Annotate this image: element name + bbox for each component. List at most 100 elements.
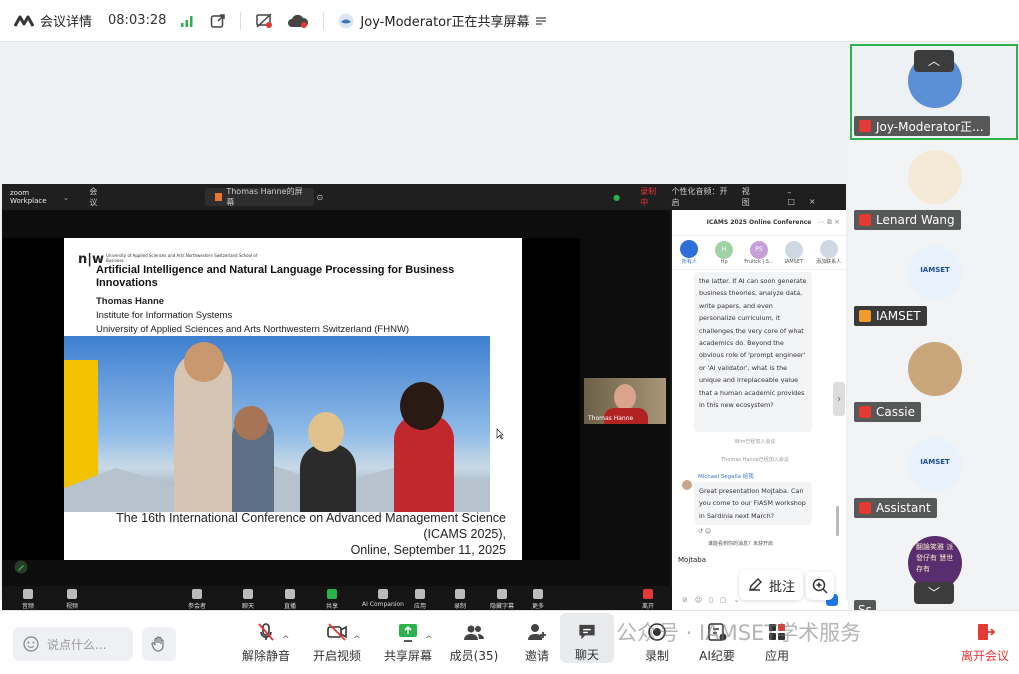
toolbar-chat-button[interactable]: 聊天 <box>560 613 614 663</box>
chat-input-tools[interactable]: ⊘☺▯▢⌄ <box>682 596 747 604</box>
slide-area: n|w University of Applied Sciences and A… <box>2 210 670 586</box>
participant-tile[interactable]: 翻論笑雅 派發仔有 慧世存有Ss <box>852 528 1016 620</box>
inner-bar-label: 离开 <box>642 603 655 610</box>
inner-bar-item[interactable]: 参会者 <box>188 589 206 610</box>
raise-hand-button[interactable] <box>142 627 176 661</box>
inner-bar-icon <box>455 589 465 599</box>
inner-bar-item[interactable]: 聊天 <box>242 589 254 610</box>
sharer-avatar-icon <box>338 13 354 28</box>
participant-video-label: Thomas Hanne <box>588 415 634 422</box>
participant-name: Lenard Wang <box>854 210 961 230</box>
inner-bar-item[interactable]: AI Companion <box>362 589 404 608</box>
inner-bar-label: 录制 <box>454 603 467 610</box>
view-button[interactable]: 视图 <box>742 186 758 208</box>
chat-message-1: the latter. If AI can soon generate busi… <box>694 272 812 432</box>
pen-icon[interactable] <box>14 560 28 574</box>
participant-tile[interactable]: Lenard Wang <box>852 142 1016 234</box>
participant-tile[interactable]: IAMSET Assistant <box>852 430 1016 522</box>
toolbar-label: 共享屏幕 <box>383 649 432 663</box>
chat-quick-input[interactable]: 说点什么... <box>13 627 133 661</box>
hand-icon <box>151 636 164 652</box>
slide-affil-2: University of Applied Sciences and Arts … <box>96 324 410 335</box>
toolbar-label: AI纪要 <box>699 649 735 663</box>
inner-bar-item[interactable]: 隐藏字幕 <box>490 589 514 610</box>
bottom-toolbar: 说点什么... 解除静音 开启视频 共享屏幕 成员(35) 邀请 聊天 录制 AI纪要 应用 离开… <box>0 610 1019 674</box>
members-icon <box>464 625 484 640</box>
slide-title: Artificial Intelligence and Natural Lang… <box>96 264 455 289</box>
inner-bar-item[interactable]: 应用 <box>414 589 426 610</box>
pen-icon <box>749 578 762 591</box>
inner-bar-item[interactable]: 直播 <box>284 589 296 610</box>
chat-tab-label: Fruitck | S... <box>744 258 774 265</box>
inner-bar-icon <box>285 589 295 599</box>
participant-tile[interactable]: Cassie <box>852 334 1016 426</box>
slide-author: Thomas Hanne <box>96 296 165 307</box>
chat-tab[interactable]: PS Fruitck | S... <box>744 240 774 265</box>
toolbar-leave-button[interactable]: 离开会议 <box>955 621 1015 664</box>
chat-reactions[interactable]: ↺ ☺ <box>698 528 711 535</box>
toolbar-label: 解除静音 <box>241 649 290 663</box>
iamset-logo-text: IAMSET <box>920 266 950 274</box>
meeting-menu[interactable]: 会议 <box>89 186 105 208</box>
toolbar-invite-button[interactable]: 邀请 <box>507 621 567 664</box>
chevron-up-icon[interactable]: ^ <box>425 635 433 645</box>
meeting-info-button[interactable]: 会议详情 <box>14 11 92 30</box>
inner-bar-icon <box>243 589 253 599</box>
inner-bar-label: 聊天 <box>242 603 255 610</box>
window-controls[interactable]: –□× <box>787 188 846 206</box>
chevron-down-icon[interactable]: ﹀ <box>914 582 954 604</box>
chevron-up-icon[interactable]: ^ <box>353 635 361 645</box>
participant-video[interactable]: Thomas Hanne <box>584 378 666 424</box>
chat-tab[interactable]: 添加联系人 <box>814 240 844 265</box>
share-menu-icon[interactable] <box>535 15 547 27</box>
chat-tab[interactable]: 所有人 <box>674 240 704 265</box>
chat-tab-avatar <box>680 240 699 258</box>
inner-bar-icon <box>533 589 543 599</box>
participant-tile[interactable]: IAMSET IAMSET <box>852 238 1016 330</box>
toolbar-members-button[interactable]: 成员(35) <box>444 621 504 664</box>
inner-bar-item[interactable]: 视频 <box>66 589 78 610</box>
inner-bar-item[interactable]: 离开 <box>642 589 654 610</box>
chat-window-controls[interactable]: ⋯ ⧉ × <box>818 218 840 227</box>
participant-avatar: IAMSET <box>908 246 962 300</box>
chat-tab[interactable]: H Hp <box>709 240 739 265</box>
annotate-button[interactable]: 批注 <box>739 570 803 600</box>
chat-scrollbar[interactable] <box>836 506 839 536</box>
chevron-up-icon[interactable]: ︿ <box>914 50 954 72</box>
participant-avatar <box>908 150 962 204</box>
no-share-icon[interactable] <box>255 12 273 29</box>
shared-window-tab[interactable]: Thomas Hanne的屏幕 <box>204 187 315 207</box>
inner-bar-item[interactable]: 更多 <box>532 589 544 610</box>
zoom-button[interactable] <box>806 572 834 600</box>
chevron-down-icon[interactable]: ⌄ <box>63 193 70 202</box>
zoom-brand: zoom Workplace <box>10 189 47 205</box>
chat-sender: Michael Segalla 给我 <box>698 474 754 480</box>
chat-tab-avatar <box>819 240 838 258</box>
chat-hint[interactable]: 谁能看到你的消息？未获开启 <box>708 540 773 547</box>
participant-name: Assistant <box>854 498 937 518</box>
inner-bar-icon <box>643 589 653 599</box>
signal-icon[interactable] <box>180 14 194 28</box>
chat-tab[interactable]: IAMSET <box>779 240 809 265</box>
chevron-up-icon[interactable]: ^ <box>282 635 290 645</box>
more-icon[interactable]: ⊙ <box>316 193 323 202</box>
mic-off-icon <box>859 406 871 418</box>
mic-off-icon <box>859 214 871 226</box>
watermark: 公众号 · IAMSET学术服务 <box>616 621 862 645</box>
iamset-logo-text: IAMSET <box>920 458 950 466</box>
chat-collapse-handle[interactable]: › <box>833 382 845 416</box>
inner-bar-item[interactable]: 共享 <box>326 589 338 610</box>
participant-name: Joy-Moderator正... <box>854 116 990 136</box>
meeting-logo-icon <box>14 15 34 27</box>
inner-bar-icon <box>377 589 388 599</box>
inner-bar-item[interactable]: 录制 <box>454 589 466 610</box>
cloud-icon[interactable] <box>287 13 309 29</box>
toolbar-label: 离开会议 <box>960 649 1009 663</box>
slide-conf-3: Online, September 11, 2025 <box>350 543 506 557</box>
chat-tab-label: 添加联系人 <box>816 259 842 265</box>
chat-input[interactable]: Mojtaba <box>678 556 706 564</box>
popout-icon[interactable] <box>210 13 226 29</box>
inner-bar-icon <box>497 589 507 599</box>
chat-tab-label: Hp <box>720 258 728 265</box>
inner-bar-item[interactable]: 音频 <box>22 589 34 610</box>
